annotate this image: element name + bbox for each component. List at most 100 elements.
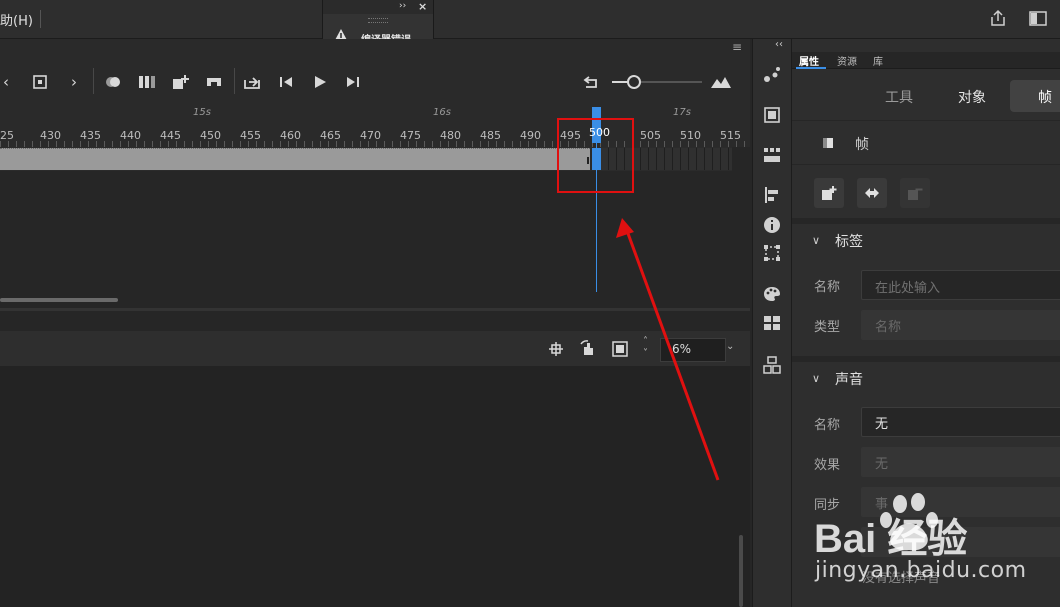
label-section-title[interactable]: 标签 (835, 231, 863, 251)
frame-cell-divider (712, 148, 713, 170)
frame-number-label: 475 (400, 129, 421, 142)
watermark-url: jingyan.baidu.com (815, 558, 1027, 583)
timeline-zoom-slider-fill (612, 81, 628, 83)
center-stage-icon[interactable] (548, 341, 564, 357)
frame-cell-divider (664, 148, 665, 170)
remove-keyframe-icon (908, 188, 923, 200)
second-label: 17s (673, 107, 691, 118)
panel-menu-icon[interactable]: ≡ (732, 40, 742, 54)
workspace-icon[interactable] (1028, 10, 1048, 28)
onion-skin-icon[interactable] (104, 74, 122, 90)
insert-keyframe-icon[interactable] (172, 74, 190, 90)
compiler-error-header (323, 0, 433, 14)
frame-number-label: 445 (160, 129, 181, 142)
stage-vertical-scrollbar[interactable] (739, 535, 743, 607)
sound-section-title[interactable]: 声音 (835, 369, 863, 389)
frame-cell-divider (640, 148, 641, 170)
segment-frame[interactable]: 帧 (1038, 87, 1052, 107)
toolbar-separator (93, 68, 94, 94)
chevron-down-icon[interactable]: ∨ (812, 234, 820, 247)
next-icon[interactable]: › (64, 73, 84, 91)
annotation-arrow (616, 218, 720, 481)
drag-grip-icon[interactable] (368, 18, 388, 23)
frame-cell-divider (704, 148, 705, 170)
frame-picker-icon[interactable] (763, 146, 781, 164)
expand-icon[interactable]: ›› (399, 1, 406, 11)
segment-tool[interactable]: 工具 (885, 87, 913, 107)
tab-assets[interactable]: 资源 (837, 53, 857, 68)
filled-frames-span[interactable] (0, 148, 590, 170)
swatches-icon[interactable] (763, 314, 781, 332)
frame-dots (0, 148, 590, 150)
active-segment-background (1010, 80, 1060, 112)
frame-cell-divider (648, 148, 649, 170)
insert-frame-icon[interactable] (205, 74, 223, 90)
frame-number-label: 455 (240, 129, 261, 142)
step-forward-icon[interactable] (345, 74, 361, 90)
sound-name-label: 名称 (814, 418, 841, 433)
components-icon[interactable] (763, 356, 781, 374)
step-back-icon[interactable] (278, 74, 294, 90)
ruler-tick (736, 141, 737, 147)
reset-timeline-icon[interactable] (582, 74, 600, 90)
insert-keyframe-button[interactable] (814, 178, 844, 208)
frame-number-label: 505 (640, 129, 661, 142)
sound-name-dropdown[interactable] (861, 407, 1060, 437)
frame-number-label: 440 (120, 129, 141, 142)
segment-object[interactable]: 对象 (958, 87, 986, 107)
timeline-toolbar (0, 39, 750, 107)
frame-cell-divider (696, 148, 697, 170)
watermark-brand: Bai 经验 (814, 517, 967, 561)
sound-name-value: 无 (875, 417, 889, 432)
panel-icon-strip: ‹‹ (752, 39, 792, 607)
frame-number-label: 450 (200, 129, 221, 142)
timeline-ruler[interactable]: 15s 16s 17s 25 430 435 440 445 450 455 460 465 47… (0, 107, 750, 147)
timeline-zoom-handle[interactable] (627, 75, 641, 89)
menu-bar (0, 0, 1060, 39)
label-name-placeholder: 在此处输入 (875, 281, 941, 296)
tab-library[interactable]: 库 (873, 53, 883, 68)
previous-icon[interactable]: ‹ (0, 73, 16, 91)
align-icon[interactable] (763, 186, 781, 204)
frame-number-label: 430 (40, 129, 61, 142)
stop-icon[interactable] (32, 74, 48, 90)
frame-cell-divider (672, 148, 673, 170)
menu-help[interactable]: 助(H) (0, 10, 33, 29)
swap-frame-button[interactable] (857, 178, 887, 208)
frame-cell-divider (680, 148, 681, 170)
color-palette-icon[interactable] (763, 285, 781, 303)
remove-frame-button[interactable] (900, 178, 930, 208)
frame-cell-divider (688, 148, 689, 170)
section-divider (792, 356, 1060, 362)
info-icon[interactable] (763, 216, 781, 234)
timeline-horizontal-scrollbar[interactable] (0, 298, 118, 302)
fit-timeline-icon[interactable] (710, 74, 732, 90)
library-icon[interactable] (763, 106, 781, 124)
transform-icon[interactable] (763, 244, 781, 262)
section-divider (792, 218, 1060, 224)
chevron-down-icon[interactable]: ∨ (812, 372, 820, 385)
edit-multiple-frames-icon[interactable] (138, 74, 156, 90)
properties-tab-bar (792, 52, 1060, 69)
frame-number-label: 510 (680, 129, 701, 142)
frame-number-label: 485 (480, 129, 501, 142)
frame-cell-divider (720, 148, 721, 170)
frame-number-label: 25 (0, 129, 14, 142)
close-icon[interactable]: × (418, 0, 427, 13)
label-type-value: 名称 (875, 320, 902, 335)
frame-number-label: 465 (320, 129, 341, 142)
tab-properties[interactable]: 属性 (799, 53, 819, 68)
label-type-label: 类型 (814, 320, 841, 335)
insert-keyframe-icon (822, 186, 837, 200)
motion-presets-icon[interactable] (763, 66, 781, 84)
sound-effect-dropdown[interactable] (861, 447, 1060, 477)
share-icon[interactable] (988, 9, 1008, 27)
loop-icon[interactable] (243, 74, 261, 90)
play-icon[interactable] (312, 74, 328, 90)
frame-number-label: 435 (80, 129, 101, 142)
toolbar-separator (234, 68, 235, 94)
rotate-stage-icon[interactable] (579, 340, 597, 358)
frame-row-label: 帧 (855, 137, 869, 153)
frame-number-label: 490 (520, 129, 541, 142)
collapse-panels-icon[interactable]: ‹‹ (775, 39, 783, 50)
